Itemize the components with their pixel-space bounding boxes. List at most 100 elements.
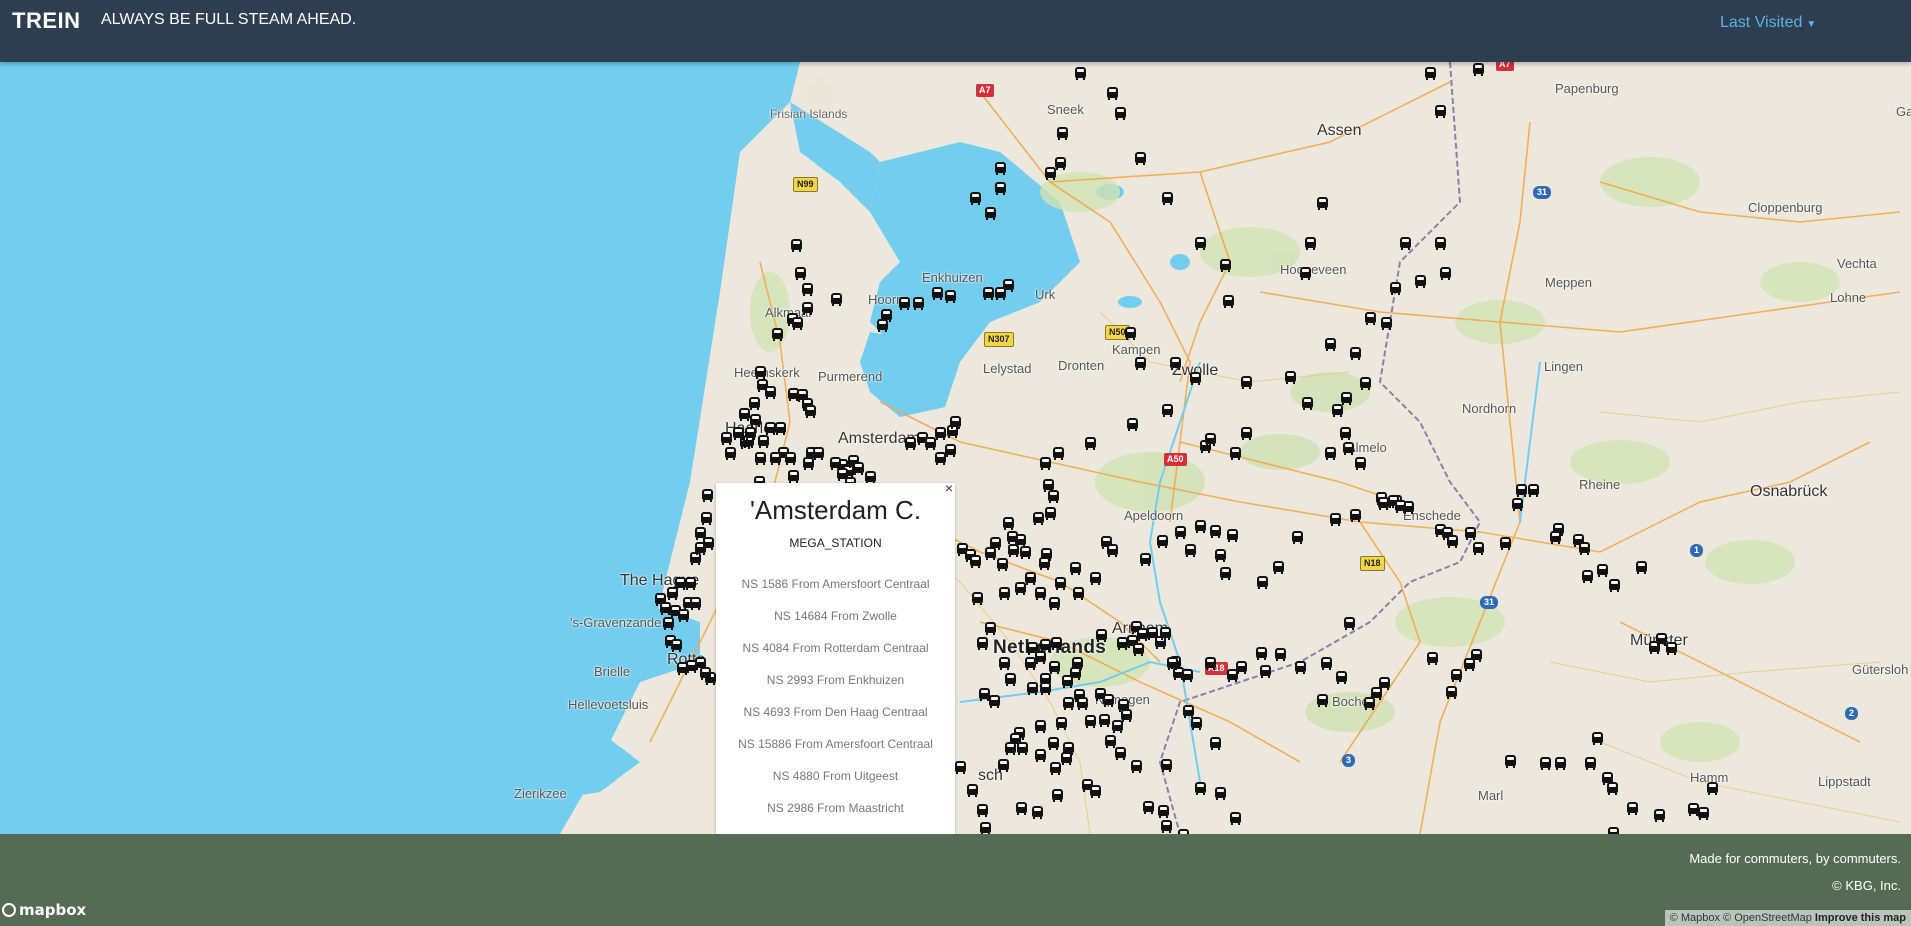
train-marker-icon[interactable] (1364, 697, 1375, 710)
train-marker-icon[interactable] (749, 397, 760, 410)
train-marker-icon[interactable] (1317, 694, 1328, 707)
train-marker-icon[interactable] (1048, 490, 1059, 503)
train-marker-icon[interactable] (1656, 633, 1667, 646)
train-marker-icon[interactable] (1131, 760, 1142, 773)
train-marker-icon[interactable] (1051, 637, 1062, 650)
train-marker-icon[interactable] (1045, 167, 1056, 180)
train-marker-icon[interactable] (813, 447, 824, 460)
train-marker-icon[interactable] (1227, 529, 1238, 542)
train-marker-icon[interactable] (1061, 752, 1072, 765)
train-marker-icon[interactable] (1077, 697, 1088, 710)
train-marker-icon[interactable] (985, 547, 996, 560)
train-marker-icon[interactable] (1005, 673, 1016, 686)
train-marker-icon[interactable] (1260, 665, 1271, 678)
train-marker-icon[interactable] (830, 457, 841, 470)
train-marker-icon[interactable] (1336, 671, 1347, 684)
train-marker-icon[interactable] (1500, 537, 1511, 550)
train-marker-icon[interactable] (1256, 647, 1267, 660)
train-marker-icon[interactable] (945, 444, 956, 457)
train-marker-icon[interactable] (1205, 657, 1216, 670)
train-marker-icon[interactable] (1161, 759, 1172, 772)
train-marker-icon[interactable] (1017, 742, 1028, 755)
train-marker-icon[interactable] (1158, 805, 1169, 818)
train-marker-icon[interactable] (955, 761, 966, 774)
train-marker-icon[interactable] (1317, 197, 1328, 210)
train-marker-icon[interactable] (685, 577, 696, 590)
train-marker-icon[interactable] (1085, 715, 1096, 728)
train-marker-icon[interactable] (1162, 192, 1173, 205)
train-marker-icon[interactable] (1161, 820, 1172, 833)
train-marker-icon[interactable] (935, 452, 946, 465)
train-marker-icon[interactable] (750, 414, 761, 427)
train-marker-icon[interactable] (788, 470, 799, 483)
train-marker-icon[interactable] (1027, 682, 1038, 695)
attribution-osm-link[interactable]: © OpenStreetMap (1723, 912, 1812, 924)
train-marker-icon[interactable] (1275, 648, 1286, 661)
train-list-item[interactable]: NS 2986 From Maastricht (716, 792, 955, 824)
train-marker-icon[interactable] (1137, 628, 1148, 641)
train-marker-icon[interactable] (1435, 237, 1446, 250)
train-marker-icon[interactable] (1597, 564, 1608, 577)
train-marker-icon[interactable] (1183, 705, 1194, 718)
train-marker-icon[interactable] (970, 555, 981, 568)
train-marker-icon[interactable] (690, 597, 701, 610)
train-marker-icon[interactable] (1257, 576, 1268, 589)
train-marker-icon[interactable] (739, 408, 750, 421)
train-marker-icon[interactable] (1007, 531, 1018, 544)
train-marker-icon[interactable] (995, 287, 1006, 300)
train-marker-icon[interactable] (1465, 527, 1476, 540)
train-marker-icon[interactable] (1220, 259, 1231, 272)
train-marker-icon[interactable] (1427, 652, 1438, 665)
train-marker-icon[interactable] (1167, 657, 1178, 670)
train-marker-icon[interactable] (1285, 371, 1296, 384)
train-marker-icon[interactable] (770, 452, 781, 465)
train-marker-icon[interactable] (675, 577, 686, 590)
last-visited-dropdown[interactable]: Last Visited ▼ (1720, 14, 1816, 32)
train-marker-icon[interactable] (671, 639, 682, 652)
train-marker-icon[interactable] (678, 609, 689, 622)
train-marker-icon[interactable] (985, 207, 996, 220)
train-marker-icon[interactable] (983, 287, 994, 300)
train-marker-icon[interactable] (1190, 372, 1201, 385)
train-marker-icon[interactable] (1464, 658, 1475, 671)
train-marker-icon[interactable] (999, 657, 1010, 670)
train-marker-icon[interactable] (1133, 643, 1144, 656)
map-canvas[interactable]: Frisian Islands Sneek Assen Papenburg Cl… (0, 62, 1911, 834)
train-marker-icon[interactable] (703, 537, 714, 550)
mapbox-logo[interactable]: mapbox (2, 901, 86, 919)
train-marker-icon[interactable] (1654, 809, 1665, 822)
train-marker-icon[interactable] (805, 405, 816, 418)
train-marker-icon[interactable] (1075, 67, 1086, 80)
train-marker-icon[interactable] (1117, 637, 1128, 650)
train-marker-icon[interactable] (1020, 546, 1031, 559)
train-marker-icon[interactable] (1230, 812, 1241, 825)
train-marker-icon[interactable] (1220, 567, 1231, 580)
train-marker-icon[interactable] (1191, 717, 1202, 730)
train-marker-icon[interactable] (1070, 667, 1081, 680)
train-marker-icon[interactable] (1666, 642, 1677, 655)
attribution-mapbox-link[interactable]: © Mapbox (1670, 912, 1720, 924)
train-marker-icon[interactable] (1344, 617, 1355, 630)
train-list-item[interactable]: NS 4880 From Uitgeest (716, 760, 955, 792)
train-marker-icon[interactable] (1055, 577, 1066, 590)
train-marker-icon[interactable] (905, 437, 916, 450)
train-marker-icon[interactable] (1473, 542, 1484, 555)
train-marker-icon[interactable] (1555, 757, 1566, 770)
train-marker-icon[interactable] (765, 386, 776, 399)
train-marker-icon[interactable] (1015, 582, 1026, 595)
train-marker-icon[interactable] (1049, 661, 1060, 674)
train-marker-icon[interactable] (725, 447, 736, 460)
train-marker-icon[interactable] (775, 422, 786, 435)
train-marker-icon[interactable] (1135, 152, 1146, 165)
train-marker-icon[interactable] (1125, 327, 1136, 340)
train-marker-icon[interactable] (1579, 542, 1590, 555)
train-marker-icon[interactable] (1090, 785, 1101, 798)
train-marker-icon[interactable] (1215, 549, 1226, 562)
train-marker-icon[interactable] (935, 427, 946, 440)
train-marker-icon[interactable] (1395, 500, 1406, 513)
train-marker-icon[interactable] (995, 182, 1006, 195)
train-marker-icon[interactable] (1160, 627, 1171, 640)
train-marker-icon[interactable] (1223, 295, 1234, 308)
train-marker-icon[interactable] (1057, 127, 1068, 140)
train-marker-icon[interactable] (1040, 457, 1051, 470)
